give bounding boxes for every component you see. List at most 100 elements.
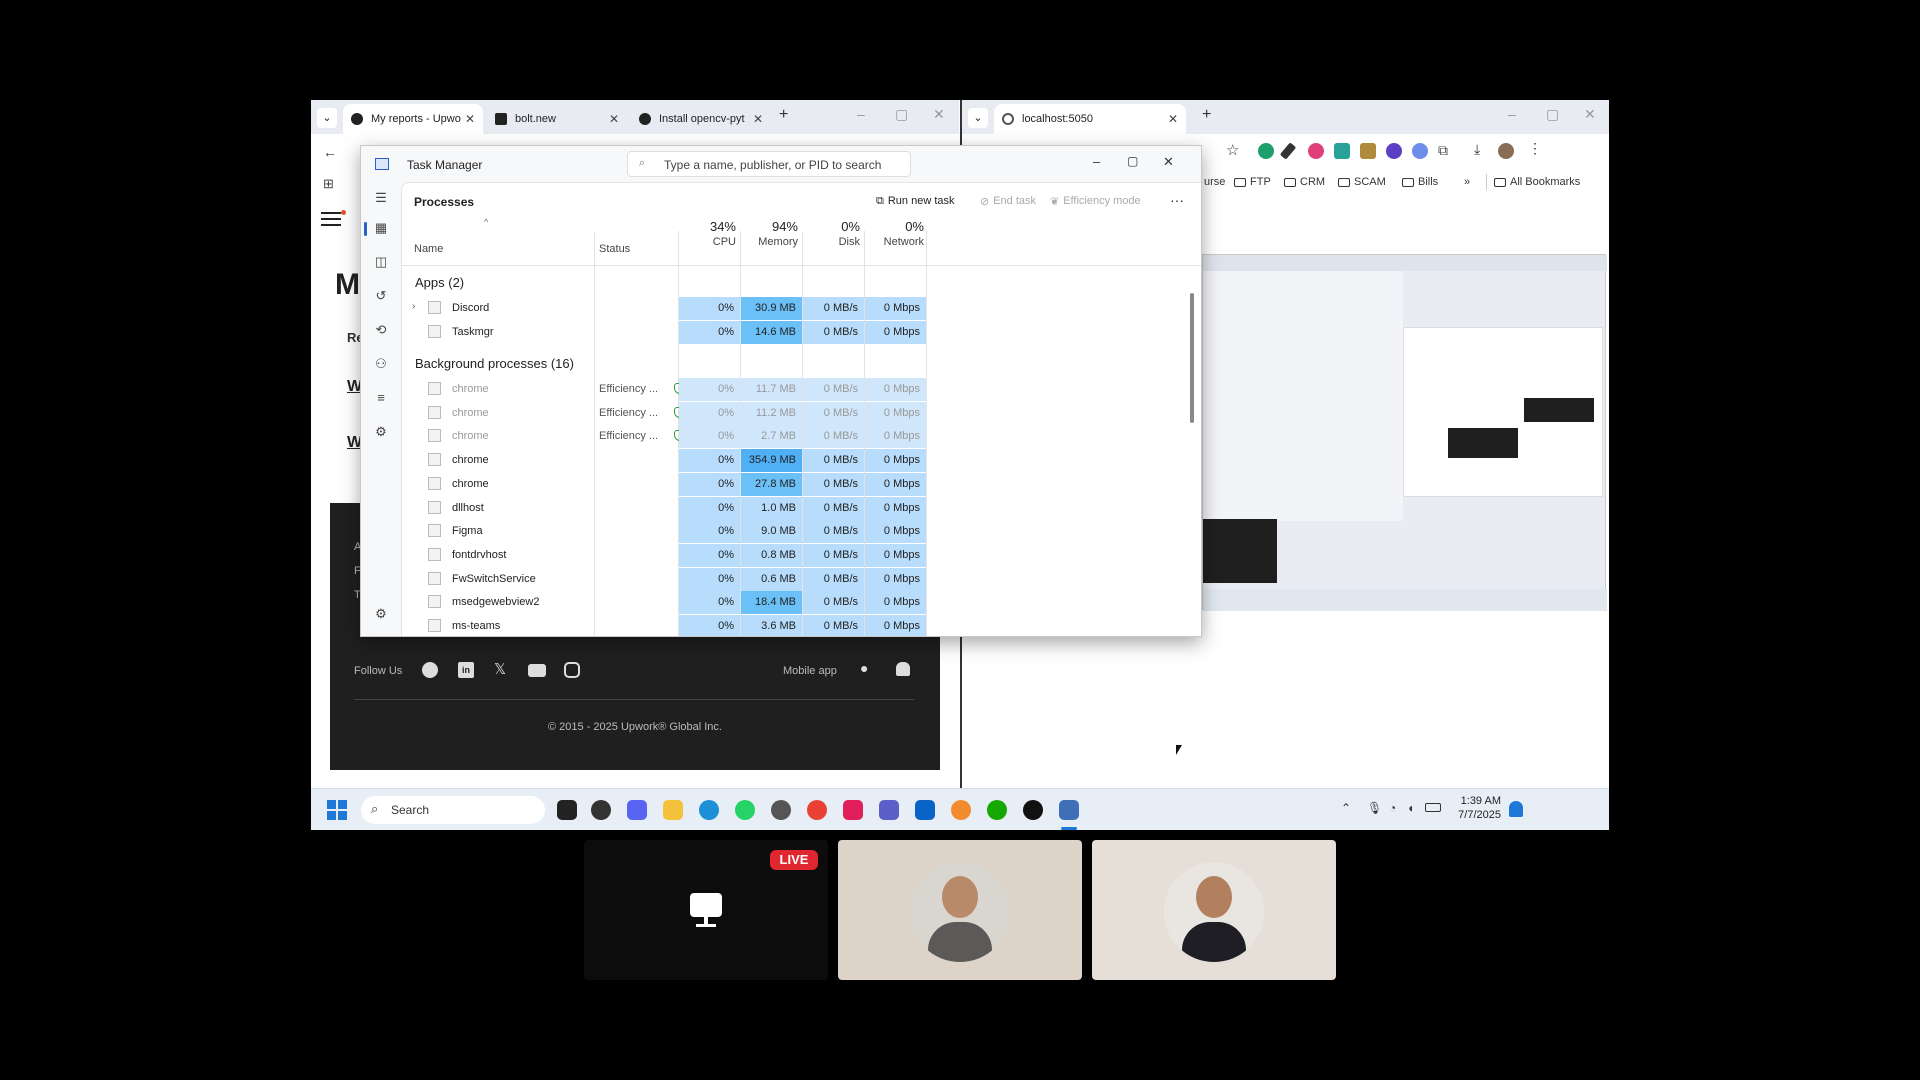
- process-row[interactable]: › Discord 0% 30.9 MB 0 MB/s 0 Mbps: [402, 297, 1162, 320]
- bookmark-crm[interactable]: CRM: [1284, 176, 1325, 188]
- process-row[interactable]: Figma 0% 9.0 MB 0 MB/s 0 Mbps: [402, 520, 1162, 544]
- discord-icon[interactable]: [627, 800, 647, 820]
- linkedin-icon[interactable]: in: [458, 662, 474, 678]
- tab-bolt[interactable]: bolt.new ✕: [487, 104, 627, 134]
- app-orange-icon[interactable]: [951, 800, 971, 820]
- chatgpt-icon[interactable]: [771, 800, 791, 820]
- process-row[interactable]: fontdrvhost 0% 0.8 MB 0 MB/s 0 Mbps: [402, 543, 1162, 567]
- close-tab-icon[interactable]: ✕: [465, 112, 475, 126]
- task-view-icon[interactable]: [557, 800, 577, 820]
- tab-search-chevron-icon[interactable]: ⌄: [968, 108, 988, 128]
- maximize-icon[interactable]: ▢: [1546, 106, 1559, 123]
- bookmark-ftp[interactable]: FTP: [1234, 176, 1271, 188]
- extension-teal-icon[interactable]: [1334, 143, 1350, 159]
- more-options-button[interactable]: ···: [1170, 192, 1184, 208]
- notification-bell-icon[interactable]: [1509, 801, 1523, 817]
- process-row[interactable]: msedgewebview2 0% 18.4 MB 0 MB/s 0 Mbps: [402, 591, 1162, 615]
- outlook-icon[interactable]: [915, 800, 935, 820]
- upwork-icon[interactable]: [1023, 800, 1043, 820]
- process-row[interactable]: ms-teams 0% 3.6 MB 0 MB/s 0 Mbps: [402, 615, 1162, 636]
- slack-icon[interactable]: [843, 800, 863, 820]
- bookmark-bills[interactable]: Bills: [1402, 176, 1438, 188]
- extension-grammarly-icon[interactable]: [1258, 143, 1274, 159]
- process-row[interactable]: Taskmgr 0% 14.6 MB 0 MB/s 0 Mbps: [402, 320, 1162, 344]
- services-icon[interactable]: ⚙: [373, 424, 389, 440]
- column-header-disk[interactable]: 0% Disk: [804, 219, 860, 248]
- extension-blue-icon[interactable]: [1412, 143, 1428, 159]
- instagram-icon[interactable]: [564, 662, 580, 678]
- youtube-icon[interactable]: [528, 664, 546, 677]
- process-row[interactable]: chrome 0% 27.8 MB 0 MB/s 0 Mbps: [402, 472, 1162, 496]
- hamburger-menu-icon[interactable]: [321, 212, 341, 226]
- process-row[interactable]: chrome 0% 354.9 MB 0 MB/s 0 Mbps: [402, 449, 1162, 473]
- clock-time[interactable]: 1:39 AM: [1451, 795, 1501, 807]
- screen-share-tile[interactable]: LIVE: [584, 840, 828, 980]
- wifi-icon[interactable]: ◔: [1389, 801, 1396, 815]
- extension-instagram-icon[interactable]: [1308, 143, 1324, 159]
- clock-date[interactable]: 7/7/2025: [1451, 809, 1501, 821]
- app-history-icon[interactable]: ↺: [373, 288, 389, 304]
- android-icon[interactable]: [896, 662, 910, 676]
- volume-icon[interactable]: ◖: [1407, 801, 1414, 815]
- show-hidden-icons-chevron[interactable]: ⌃: [1341, 801, 1351, 815]
- end-task-button[interactable]: ⊘ End task: [980, 195, 1036, 208]
- close-window-icon[interactable]: ✕: [1163, 154, 1174, 170]
- extension-purple-icon[interactable]: [1386, 143, 1402, 159]
- tab-search-chevron-icon[interactable]: ⌄: [317, 108, 337, 128]
- processes-icon[interactable]: ▦: [373, 220, 389, 236]
- menu-kebab-icon[interactable]: ⋮: [1528, 140, 1542, 157]
- extension-pen-icon[interactable]: [1279, 142, 1297, 160]
- file-explorer-icon[interactable]: [663, 800, 683, 820]
- taskbar-search-input[interactable]: Search: [361, 796, 545, 824]
- chrome-icon[interactable]: [807, 800, 827, 820]
- apps-grid-icon[interactable]: ⊞: [323, 176, 334, 192]
- expand-chevron-icon[interactable]: ›: [412, 301, 415, 312]
- windows-start-icon[interactable]: [327, 800, 347, 820]
- task-manager-taskbar-icon[interactable]: [1059, 800, 1079, 820]
- microphone-icon[interactable]: 🎙: [1367, 801, 1382, 815]
- process-row[interactable]: FwSwitchService 0% 0.6 MB 0 MB/s 0 Mbps: [402, 567, 1162, 591]
- new-tab-icon[interactable]: +: [1202, 106, 1211, 124]
- maximize-icon[interactable]: ▢: [1127, 154, 1138, 168]
- back-arrow-icon[interactable]: ←: [323, 144, 337, 160]
- close-tab-icon[interactable]: ✕: [753, 112, 763, 126]
- run-new-task-button[interactable]: ⧉ Run new task: [876, 195, 955, 208]
- minimize-icon[interactable]: –: [1508, 106, 1516, 122]
- app-green-icon[interactable]: [987, 800, 1007, 820]
- process-row[interactable]: chrome Efficiency ... 0% 2.7 MB 0 MB/s 0 Mbps: [402, 425, 1162, 449]
- bookmark-star-icon[interactable]: ☆: [1226, 141, 1239, 159]
- minimize-icon[interactable]: –: [1093, 154, 1100, 169]
- extension-clipboard-icon[interactable]: [1360, 143, 1376, 159]
- tab-my-reports[interactable]: My reports - Upwo ✕: [343, 104, 483, 134]
- startup-apps-icon[interactable]: ⟲: [373, 322, 389, 338]
- participant-tile[interactable]: [838, 840, 1082, 980]
- x-twitter-icon[interactable]: 𝕏: [494, 660, 506, 678]
- new-tab-icon[interactable]: +: [779, 106, 788, 124]
- users-icon[interactable]: ⚇: [373, 356, 389, 372]
- whatsapp-icon[interactable]: [735, 800, 755, 820]
- column-header-memory[interactable]: 94% Memory: [742, 219, 798, 248]
- performance-icon[interactable]: ◫: [373, 254, 389, 270]
- more-bookmarks-chevron[interactable]: »: [1464, 176, 1470, 188]
- close-tab-icon[interactable]: ✕: [1168, 112, 1178, 126]
- battery-icon[interactable]: [1425, 803, 1441, 812]
- process-row[interactable]: chrome Efficiency ... 0% 11.2 MB 0 MB/s 0 Mbp…: [402, 401, 1162, 425]
- process-search-input[interactable]: Type a name, publisher, or PID to search: [627, 151, 911, 177]
- close-tab-icon[interactable]: ✕: [609, 112, 619, 126]
- column-header-network[interactable]: 0% Network: [866, 219, 924, 248]
- tab-install-opencv[interactable]: Install opencv-pyt ✕: [631, 104, 771, 134]
- app-icon[interactable]: [591, 800, 611, 820]
- edge-icon[interactable]: [699, 800, 719, 820]
- profile-avatar-icon[interactable]: [1498, 143, 1514, 159]
- tab-localhost[interactable]: localhost:5050 ✕: [994, 104, 1186, 134]
- extensions-puzzle-icon[interactable]: ⧉: [1438, 142, 1448, 159]
- minimize-icon[interactable]: –: [857, 106, 865, 122]
- bookmark-item[interactable]: urse: [1204, 176, 1225, 188]
- settings-gear-icon[interactable]: ⚙: [373, 606, 389, 622]
- column-header-status[interactable]: Status: [599, 243, 630, 255]
- column-header-cpu[interactable]: 34% CPU: [680, 219, 736, 248]
- download-icon[interactable]: ⤓: [1474, 141, 1480, 158]
- details-icon[interactable]: ≡: [373, 390, 389, 406]
- facebook-icon[interactable]: [422, 662, 438, 678]
- close-window-icon[interactable]: ✕: [1584, 106, 1596, 123]
